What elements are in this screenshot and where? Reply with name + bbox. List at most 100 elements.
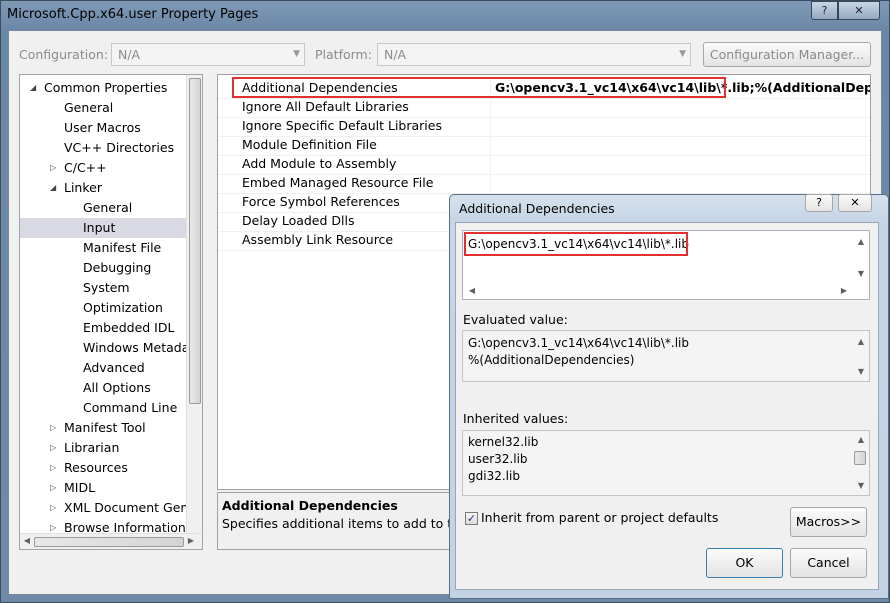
tree-item-label: MIDL <box>64 480 96 495</box>
scroll-right-icon[interactable]: ▶ <box>186 536 196 545</box>
property-row[interactable]: Ignore All Default Libraries <box>218 98 870 118</box>
platform-combo[interactable]: N/A ▼ <box>377 43 691 66</box>
property-row[interactable]: Embed Managed Resource File <box>218 174 870 194</box>
scroll-down-icon[interactable]: ▼ <box>855 269 867 278</box>
evaluated-value-box: G:\opencv3.1_vc14\x64\vc14\lib\*.lib %(A… <box>462 330 870 382</box>
tree-item[interactable]: Windows Metadata <box>20 338 202 358</box>
property-name: Ignore Specific Default Libraries <box>242 118 442 133</box>
tree-item-label: Resources <box>64 460 128 475</box>
scroll-left-icon[interactable]: ◀ <box>22 536 32 545</box>
inherit-checkbox[interactable]: ✓ <box>465 512 478 525</box>
property-row[interactable]: Add Module to Assembly <box>218 155 870 175</box>
tree-item[interactable]: Input <box>20 218 188 238</box>
tree-item-label: Optimization <box>83 300 163 315</box>
property-name: Delay Loaded Dlls <box>242 213 355 228</box>
inherited-label: Inherited values: <box>463 411 569 426</box>
tree-item-label: Debugging <box>83 260 152 275</box>
dialog-help-button[interactable]: ? <box>805 194 833 212</box>
property-row[interactable]: Module Definition File <box>218 136 870 156</box>
tree-item[interactable]: VC++ Directories <box>20 138 188 158</box>
inherited-line: gdi32.lib <box>468 469 520 483</box>
tree-item-label: Librarian <box>64 440 120 455</box>
tree-scroll-thumb[interactable] <box>189 78 201 404</box>
collapse-arrow-icon[interactable]: ◢ <box>50 178 56 198</box>
expand-arrow-icon[interactable]: ▷ <box>50 418 56 438</box>
property-name: Assembly Link Resource <box>242 232 394 247</box>
platform-value: N/A <box>384 47 407 62</box>
inherited-scroll-thumb[interactable] <box>854 451 866 465</box>
tree-item[interactable]: ▷ C/C++ <box>20 158 188 178</box>
macros-button[interactable]: Macros>> <box>790 507 867 537</box>
column-divider <box>490 174 491 193</box>
tree-item[interactable]: ▷ Manifest Tool <box>20 418 188 438</box>
tree-item-label: C/C++ <box>64 160 107 175</box>
scroll-up-icon[interactable]: ▲ <box>855 337 867 346</box>
tree-item[interactable]: Embedded IDL <box>20 318 188 338</box>
inherited-line: kernel32.lib <box>468 435 539 449</box>
tree-item-label: Windows Metadata <box>83 340 202 355</box>
description-title: Additional Dependencies <box>222 498 398 513</box>
dialog-close-button[interactable]: ✕ <box>838 194 872 212</box>
tree-item[interactable]: ◢ Linker <box>20 178 188 198</box>
tree-item-label: Common Properties <box>44 80 168 95</box>
tree-item-label: Input <box>83 220 116 235</box>
scroll-down-icon[interactable]: ▼ <box>855 367 867 376</box>
expand-arrow-icon[interactable]: ▷ <box>50 478 56 498</box>
help-caption-button[interactable]: ? <box>811 1 838 20</box>
tree-vertical-scrollbar[interactable] <box>186 75 202 533</box>
property-row[interactable]: Ignore Specific Default Libraries <box>218 117 870 137</box>
tree-item[interactable]: Debugging <box>20 258 188 278</box>
tree-item[interactable]: All Options <box>20 378 188 398</box>
description-panel: Additional Dependencies Specifies additi… <box>217 492 457 550</box>
tree-item[interactable]: ▷ XML Document Generator <box>20 498 202 518</box>
scroll-up-icon[interactable]: ▲ <box>855 237 867 246</box>
scroll-down-icon[interactable]: ▼ <box>855 481 867 490</box>
tree-item[interactable]: ◢ Common Properties <box>20 78 188 98</box>
scroll-up-icon[interactable]: ▲ <box>855 435 867 444</box>
tree-item-label: Linker <box>64 180 102 195</box>
tree-item[interactable]: General <box>20 198 188 218</box>
tree-item[interactable]: ▷ Librarian <box>20 438 188 458</box>
inherited-line: user32.lib <box>468 452 528 466</box>
tree-item[interactable]: Advanced <box>20 358 188 378</box>
property-name: Embed Managed Resource File <box>242 175 434 190</box>
tree-item[interactable]: ▷ MIDL <box>20 478 188 498</box>
tree-item[interactable]: General <box>20 98 188 118</box>
property-name: Ignore All Default Libraries <box>242 99 409 114</box>
scroll-right-icon[interactable]: ▶ <box>839 286 849 295</box>
platform-label: Platform: <box>315 47 372 62</box>
configuration-combo[interactable]: N/A ▼ <box>111 43 305 66</box>
expand-arrow-icon[interactable]: ▷ <box>50 438 56 458</box>
evaluated-label: Evaluated value: <box>463 312 568 327</box>
property-value-rest: %(AdditionalDependencies) <box>754 80 871 95</box>
tree-item-label: Manifest File <box>83 240 162 255</box>
expand-arrow-icon[interactable]: ▷ <box>50 498 56 518</box>
tree-item[interactable]: Command Line <box>20 398 188 418</box>
chevron-down-icon: ▼ <box>679 49 686 59</box>
tree-item-label: User Macros <box>64 120 141 135</box>
tree-hscroll-thumb[interactable] <box>34 537 184 547</box>
tree-item-label: Manifest Tool <box>64 420 146 435</box>
collapse-arrow-icon[interactable]: ◢ <box>30 78 36 98</box>
ok-button[interactable]: OK <box>706 548 783 578</box>
configuration-manager-button[interactable]: Configuration Manager... <box>703 42 871 67</box>
dialog-title: Additional Dependencies <box>459 201 615 216</box>
expand-arrow-icon[interactable]: ▷ <box>50 458 56 478</box>
tree-item[interactable]: System <box>20 278 188 298</box>
tree-item-label: General <box>83 200 133 215</box>
close-caption-button[interactable]: ✕ <box>838 1 880 20</box>
tree-item[interactable]: User Macros <box>20 118 188 138</box>
cancel-button[interactable]: Cancel <box>790 548 867 578</box>
tree-item[interactable]: Optimization <box>20 298 188 318</box>
chevron-down-icon: ▼ <box>293 49 300 59</box>
expand-arrow-icon[interactable]: ▷ <box>50 158 56 178</box>
tree-horizontal-scrollbar[interactable]: ◀ ▶ <box>20 533 202 549</box>
description-text: Specifies additional items to add to the… <box>222 516 456 531</box>
edit-highlight-box <box>464 232 688 256</box>
scroll-left-icon[interactable]: ◀ <box>467 286 477 295</box>
tree-item-label: VC++ Directories <box>64 140 175 155</box>
tree-item[interactable]: Manifest File <box>20 238 188 258</box>
evaluated-line: G:\opencv3.1_vc14\x64\vc14\lib\*.lib <box>468 336 689 350</box>
tree-item[interactable]: ▷ Resources <box>20 458 188 478</box>
configuration-label: Configuration: <box>19 47 108 62</box>
